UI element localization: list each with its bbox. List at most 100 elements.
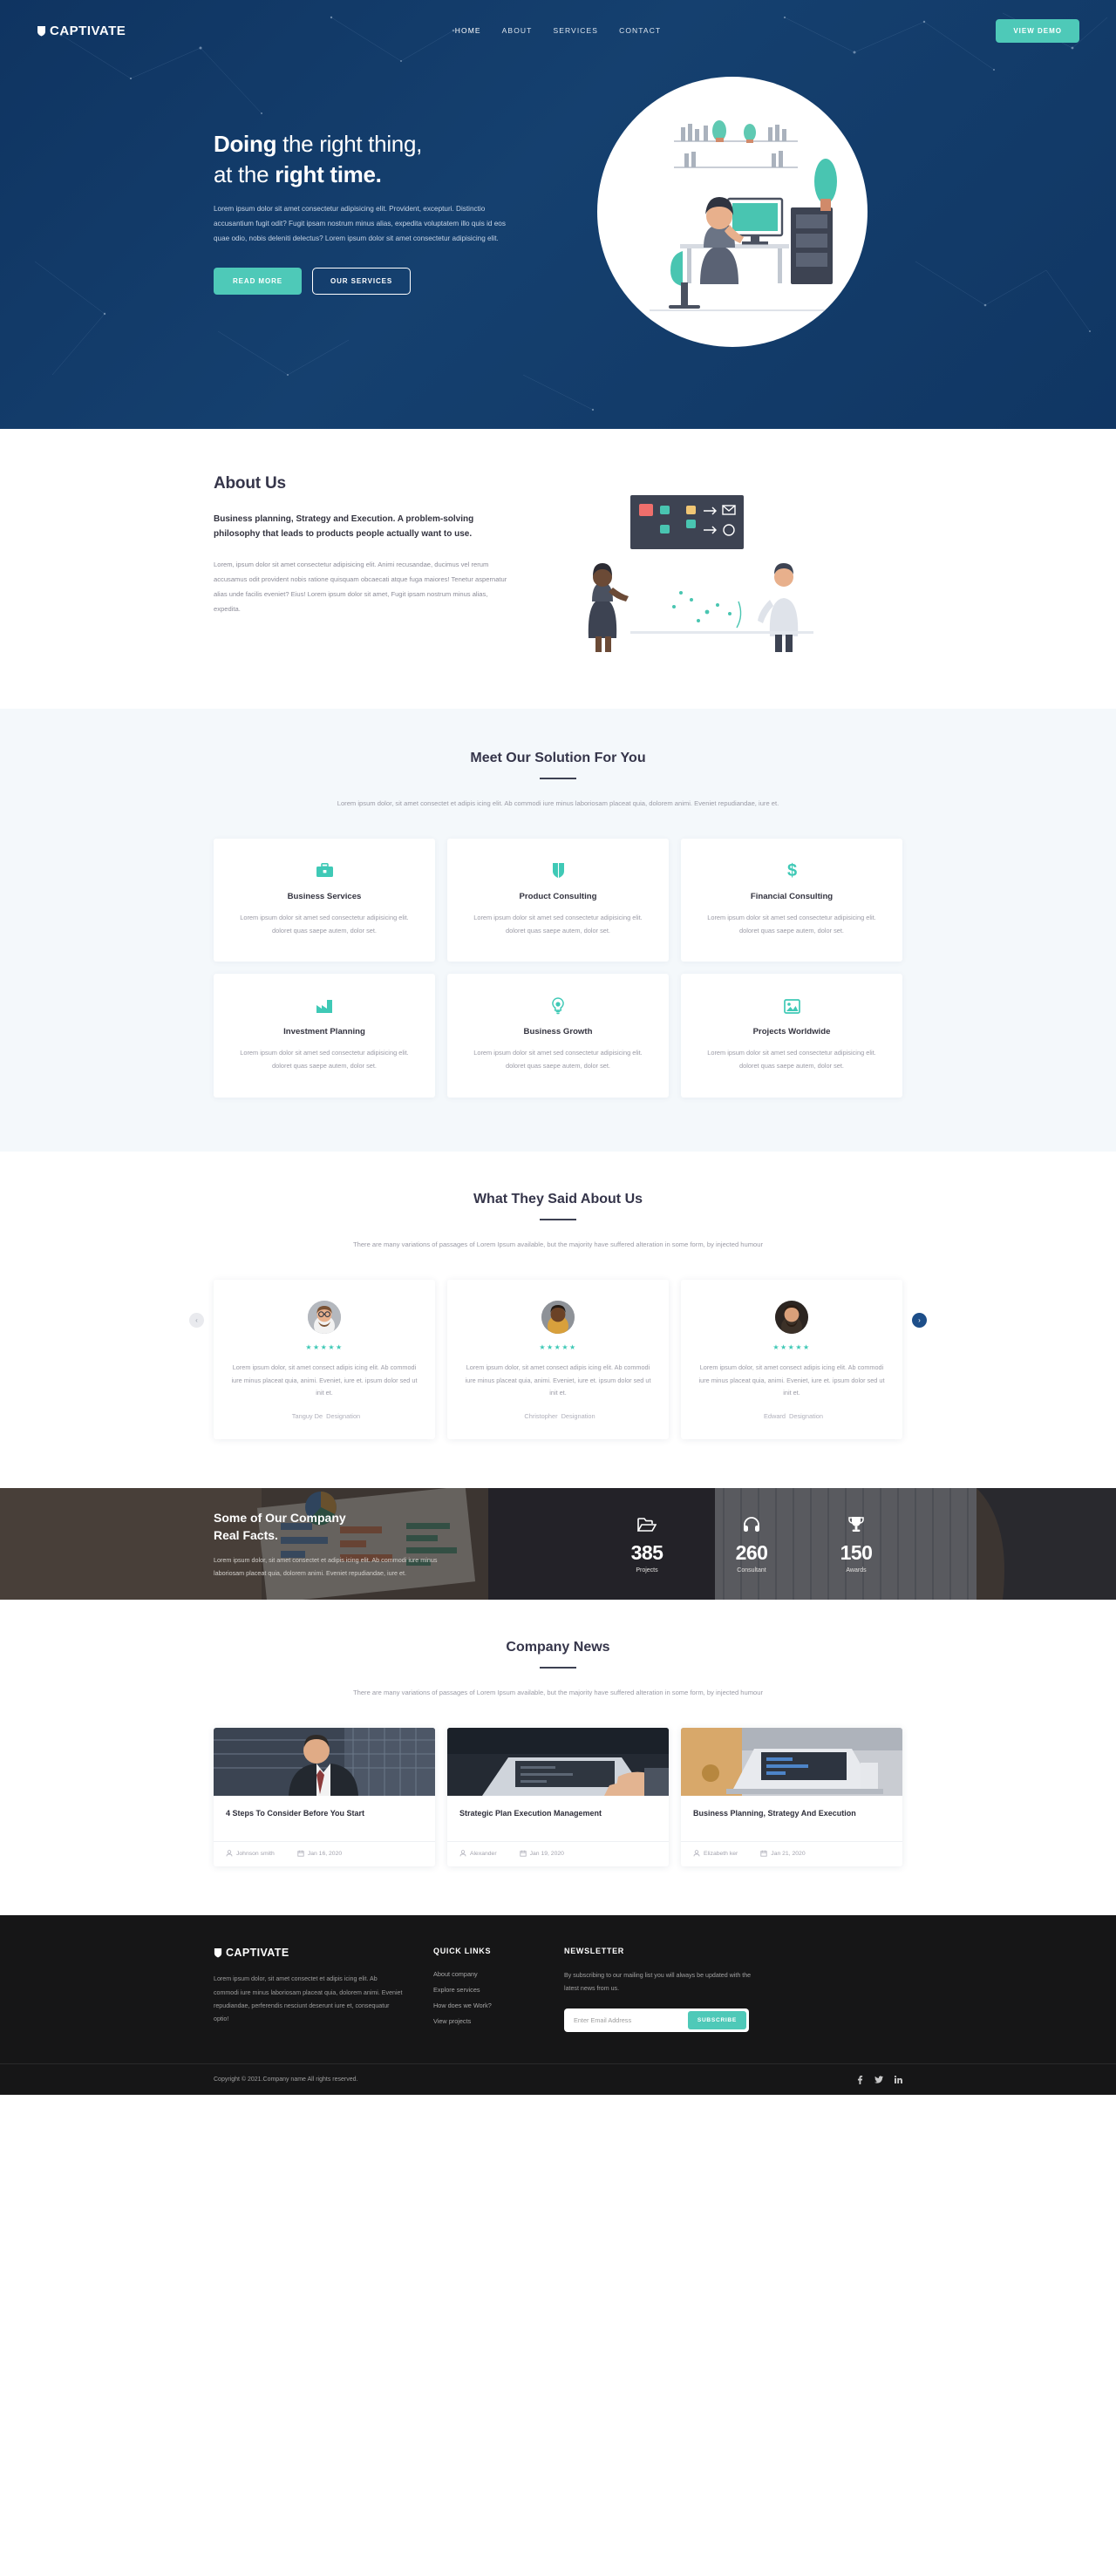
facts-title-line2: Real Facts. [214, 1527, 278, 1542]
facts-stats: 385 Projects 260 Consultant 150 Awards [618, 1515, 902, 1573]
testimonial-card[interactable]: ★★★★★ Lorem ipsum dolor, sit amet consec… [214, 1279, 435, 1440]
news-date: Jan 19, 2020 [520, 1850, 564, 1857]
testimonial-quote: Lorem ipsum dolor, sit amet consect adip… [465, 1363, 651, 1397]
user-icon [226, 1850, 233, 1857]
testimonials-section: What They Said About Us There are many v… [0, 1151, 1116, 1489]
testimonial-cards-grid: ★★★★★ Lorem ipsum dolor, sit amet consec… [214, 1279, 902, 1440]
facts-paragraph: Lorem ipsum dolor, sit amet consectet et… [214, 1556, 438, 1578]
stat-label: Consultant [737, 1567, 766, 1573]
read-more-button[interactable]: READ MORE [214, 267, 302, 295]
testimonials-subtitle: There are many variations of passages of… [352, 1240, 764, 1248]
solution-card-text: Lorem ipsum dolor sit amet sed consectet… [240, 1049, 409, 1071]
title-underline [540, 1218, 576, 1220]
avatar [541, 1300, 575, 1334]
footer-about-text: Lorem ipsum dolor, sit amet consectet et… [214, 1975, 403, 2023]
carousel-next-button[interactable]: › [912, 1313, 927, 1329]
testimonial-card[interactable]: ★★★★★ Lorem ipsum dolor, sit amet consec… [681, 1279, 902, 1440]
solution-card-title: Investment Planning [283, 1027, 365, 1037]
linkedin-icon[interactable] [895, 2076, 902, 2084]
news-title: Company News [506, 1640, 610, 1655]
stat-value: 150 [840, 1540, 873, 1564]
solution-card[interactable]: Investment Planning Lorem ipsum dolor si… [214, 974, 435, 1098]
footer-newsletter-column: NEWSLETTER By subscribing to our mailing… [564, 1947, 782, 2033]
hero-illustration [597, 77, 868, 347]
news-header: Company News There are many variations o… [214, 1640, 902, 1700]
our-services-button[interactable]: OUR SERVICES [312, 267, 412, 295]
footer-link-how-we-work[interactable]: How does we Work? [433, 2002, 564, 2009]
nav-link-about[interactable]: ABOUT [502, 26, 533, 35]
carousel-prev-button[interactable]: ‹ [189, 1313, 204, 1329]
footer-link-view-projects[interactable]: View projects [433, 2017, 564, 2025]
image-icon [700, 996, 883, 1016]
news-date-text: Jan 16, 2020 [307, 1850, 343, 1857]
user-icon [459, 1850, 466, 1857]
solution-card-text: Lorem ipsum dolor sit amet sed consectet… [473, 1049, 643, 1071]
testimonial-card[interactable]: ★★★★★ Lorem ipsum dolor, sit amet consec… [447, 1279, 669, 1440]
newsletter-form: SUBSCRIBE [564, 2008, 749, 2033]
solution-card-text: Lorem ipsum dolor sit amet sed consectet… [473, 913, 643, 935]
dollar-icon: $ [700, 861, 883, 880]
news-date: Jan 21, 2020 [760, 1850, 806, 1857]
testimonials-container: What They Said About Us There are many v… [214, 1192, 902, 1440]
stat-item: 150 Awards [827, 1515, 885, 1573]
hero-section: CAPTIVATE HOME ABOUT SERVICES CONTACT VI… [0, 0, 1116, 429]
newsletter-title: NEWSLETTER [564, 1947, 624, 1956]
svg-text:$: $ [786, 861, 796, 880]
solutions-container: Meet Our Solution For You Lorem ipsum do… [214, 751, 902, 1098]
nav-link-home[interactable]: HOME [455, 26, 481, 35]
testimonial-author: Edward Designation [698, 1411, 885, 1420]
nav-link-services[interactable]: SERVICES [553, 26, 598, 35]
presentation-illustration-svg [588, 495, 813, 652]
testimonial-author: Christopher Designation [465, 1411, 651, 1420]
footer-bottom-bar: Copyright © 2021.Company name All rights… [0, 2063, 1116, 2095]
hero-buttons: READ MORE OUR SERVICES [214, 267, 562, 295]
briefcase-icon [233, 861, 416, 880]
news-card[interactable]: Strategic Plan Execution Management Alex… [447, 1728, 669, 1867]
news-author: Johnson smith [226, 1850, 275, 1857]
hero-title-bold-1: Doing [214, 131, 277, 158]
footer: CAPTIVATE Lorem ipsum dolor, sit amet co… [0, 1915, 1116, 2096]
title-underline [540, 1667, 576, 1669]
footer-link-explore-services[interactable]: Explore services [433, 1986, 564, 1994]
solution-card[interactable]: $ Financial Consulting Lorem ipsum dolor… [681, 838, 902, 962]
hero-title-bold-2: right time. [275, 160, 382, 187]
subscribe-button[interactable]: SUBSCRIBE [687, 2011, 746, 2030]
footer-link-about-company[interactable]: About company [433, 1970, 564, 1978]
twitter-icon[interactable] [874, 2076, 883, 2084]
footer-logo[interactable]: CAPTIVATE [214, 1947, 433, 1959]
lightbulb-icon [466, 996, 650, 1016]
shield-icon [214, 1948, 222, 1958]
facts-title: Some of Our Company Real Facts. [214, 1509, 501, 1545]
solution-card[interactable]: Business Services Lorem ipsum dolor sit … [214, 838, 435, 962]
solutions-section: Meet Our Solution For You Lorem ipsum do… [0, 709, 1116, 1152]
solution-card-text: Lorem ipsum dolor sit amet sed consectet… [707, 1049, 876, 1071]
view-demo-button[interactable]: VIEW DEMO [996, 18, 1079, 43]
nav-link-contact[interactable]: CONTACT [619, 26, 661, 35]
about-illustration [576, 490, 855, 660]
news-card-title: 4 Steps To Consider Before You Start [226, 1809, 365, 1818]
testimonial-name: Edward [763, 1412, 786, 1421]
laptop-hands-photo [447, 1728, 669, 1797]
solution-card-text: Lorem ipsum dolor sit amet sed consectet… [707, 913, 876, 935]
news-card[interactable]: 4 Steps To Consider Before You Start Joh… [214, 1728, 435, 1867]
factory-icon [233, 996, 416, 1016]
news-date-text: Jan 19, 2020 [529, 1850, 564, 1857]
rating-stars: ★★★★★ [539, 1342, 577, 1351]
testimonial-name: Christopher [524, 1412, 558, 1421]
hero-text-block: Doing the right thing, at the right time… [214, 129, 562, 295]
news-card[interactable]: Business Planning, Strategy And Executio… [681, 1728, 902, 1867]
testimonials-title: What They Said About Us [473, 1191, 643, 1206]
solution-card[interactable]: Business Growth Lorem ipsum dolor sit am… [447, 974, 669, 1098]
news-author: Alexander [459, 1850, 497, 1857]
quick-links-title: QUICK LINKS [433, 1947, 492, 1956]
facts-title-line1: Some of Our Company [214, 1510, 346, 1525]
facebook-icon[interactable] [857, 2075, 863, 2084]
hero-content: Doing the right thing, at the right time… [214, 61, 902, 347]
news-cards-grid: 4 Steps To Consider Before You Start Joh… [214, 1728, 902, 1867]
solution-card[interactable]: Projects Worldwide Lorem ipsum dolor sit… [681, 974, 902, 1098]
rating-stars: ★★★★★ [772, 1342, 811, 1351]
stat-label: Projects [636, 1567, 658, 1573]
solution-card[interactable]: Product Consulting Lorem ipsum dolor sit… [447, 838, 669, 962]
email-input[interactable] [567, 2011, 688, 2030]
news-date-text: Jan 21, 2020 [771, 1850, 806, 1857]
